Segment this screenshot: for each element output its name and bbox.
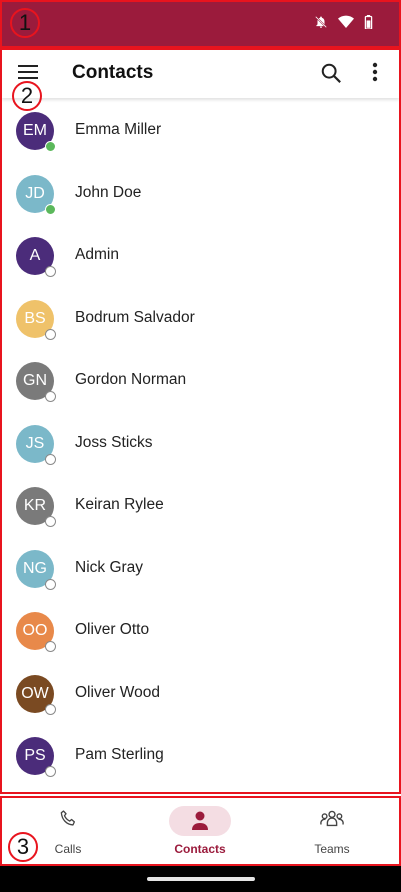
annotation-box-2 <box>0 48 401 794</box>
annotation-label-1: 1 <box>10 8 40 38</box>
annotation-label-3: 3 <box>8 832 38 862</box>
annotation-label-2: 2 <box>12 81 42 111</box>
annotation-box-1 <box>0 0 401 48</box>
home-handle[interactable] <box>147 877 255 881</box>
annotation-box-3 <box>0 796 401 866</box>
